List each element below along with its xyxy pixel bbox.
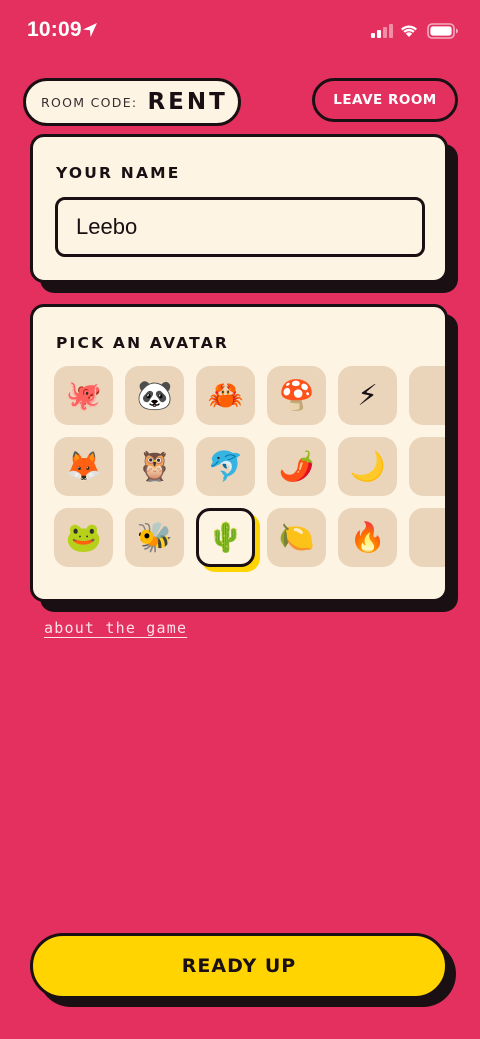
ready-up-button[interactable]: READY UP [30,933,448,999]
wifi-icon [401,25,417,37]
room-code-pill: ROOM CODE: RENT [23,78,241,126]
avatar-partial-tile[interactable] [409,508,445,567]
avatar-octopus[interactable]: 🐙 [54,366,113,425]
avatar-lightning[interactable]: ⚡ [338,366,397,425]
avatar-frog[interactable]: 🐸 [54,508,113,567]
avatar-crab[interactable]: 🦀 [196,366,255,425]
avatar-card: PICK AN AVATAR 🐙 🐼 🦀 🍄 ⚡ 🦊 🦉 🐬 🌶️ 🌙 🐸 🐝 … [30,304,448,602]
name-input[interactable]: Leebo [55,197,425,257]
status-time: 10:09 [27,18,82,41]
name-heading: YOUR NAME [56,164,181,182]
avatar-grid: 🐙 🐼 🦀 🍄 ⚡ 🦊 🦉 🐬 🌶️ 🌙 🐸 🐝 🌵 🍋 🔥 [54,366,445,586]
avatar-panda[interactable]: 🐼 [125,366,184,425]
cellular-signal-icon [371,24,393,38]
room-code-value: RENT [147,89,228,115]
avatar-lemon[interactable]: 🍋 [267,508,326,567]
avatar-fire[interactable]: 🔥 [338,508,397,567]
avatar-partial-tile[interactable] [409,366,445,425]
status-bar: 10:09 [0,0,480,62]
avatar-bee[interactable]: 🐝 [125,508,184,567]
location-arrow-icon [83,23,97,37]
avatar-cactus-selected[interactable]: 🌵 [196,508,255,567]
battery-icon [427,23,458,39]
avatar-moon[interactable]: 🌙 [338,437,397,496]
avatar-owl[interactable]: 🦉 [125,437,184,496]
avatar-mushroom[interactable]: 🍄 [267,366,326,425]
name-card: YOUR NAME Leebo [30,134,448,283]
avatar-dolphin[interactable]: 🐬 [196,437,255,496]
avatar-partial-tile[interactable] [409,437,445,496]
about-the-game-link[interactable]: about the game [44,619,187,637]
avatar-fox[interactable]: 🦊 [54,437,113,496]
avatar-chili-pepper[interactable]: 🌶️ [267,437,326,496]
leave-room-button[interactable]: LEAVE ROOM [312,78,458,122]
avatar-heading: PICK AN AVATAR [56,334,230,352]
room-code-label: ROOM CODE: [41,94,138,110]
